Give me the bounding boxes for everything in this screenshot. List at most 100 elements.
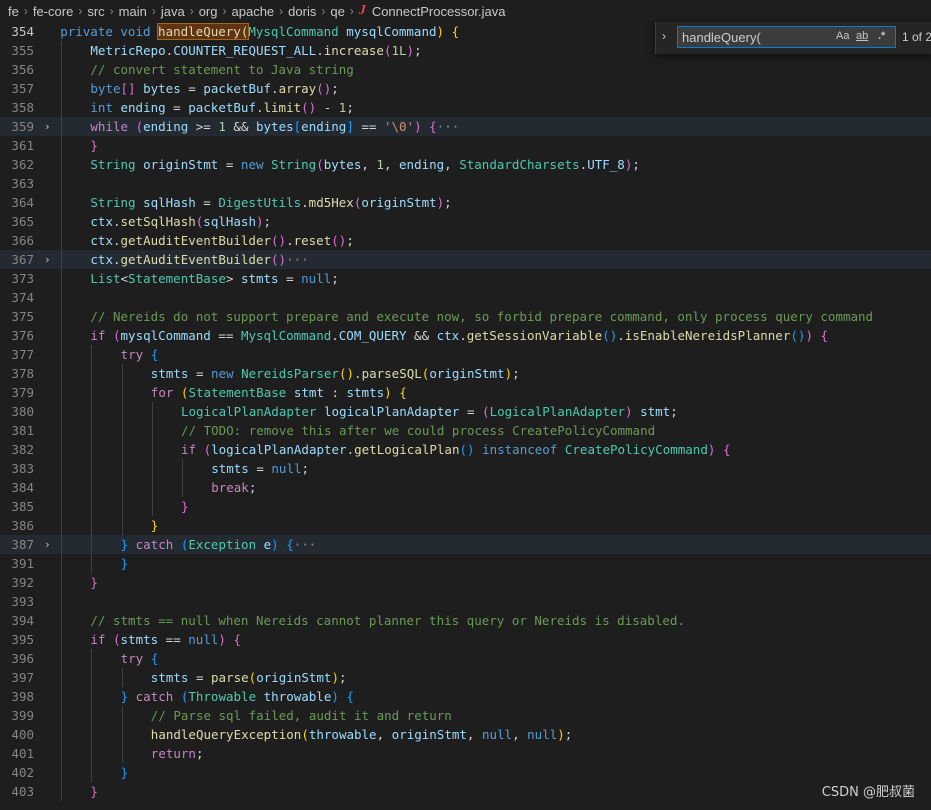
code-line[interactable]: 381 // TODO: remove this after we could p…: [0, 421, 931, 440]
code-token: increase: [323, 43, 384, 58]
code-line[interactable]: 400 handleQueryException(throwable, origi…: [0, 725, 931, 744]
code-token: stmts: [346, 385, 385, 400]
code-line[interactable]: 402}: [0, 763, 931, 782]
code-line[interactable]: 376 if (mysqlCommand == MysqlCommand.COM_…: [0, 326, 931, 345]
find-input[interactable]: [682, 28, 822, 46]
line-number: 361: [11, 138, 34, 153]
line-number: 386: [11, 518, 34, 533]
breadcrumb-item[interactable]: apache: [232, 4, 275, 19]
code-token: // stmts == null when Nereids cannot pla…: [90, 613, 685, 628]
code-line[interactable]: 361}: [0, 136, 931, 155]
fold-chevron-icon[interactable]: ›: [44, 117, 54, 136]
code-editor[interactable]: 354 private void handleQuery(MysqlCommand…: [0, 22, 931, 810]
code-line[interactable]: 398} catch (Throwable throwable) {: [0, 687, 931, 706]
folded-ellipsis[interactable]: ···: [286, 252, 309, 267]
code-line[interactable]: 362 String originStmt = new String(bytes,…: [0, 155, 931, 174]
breadcrumb-item[interactable]: src: [87, 4, 104, 19]
code-text: int ending = packetBuf.limit() - 1;: [90, 98, 353, 117]
code-line[interactable]: 374: [0, 288, 931, 307]
code-token: stmts: [150, 670, 189, 685]
breadcrumb-file[interactable]: ConnectProcessor.java: [372, 4, 506, 19]
code-token: StatementBase: [128, 271, 226, 286]
breadcrumb-item[interactable]: fe: [8, 4, 19, 19]
fold-chevron-icon[interactable]: ›: [44, 535, 54, 554]
breadcrumb-item[interactable]: java: [161, 4, 185, 19]
code-token: packetBuf: [203, 81, 272, 96]
indent-guide: [61, 535, 63, 554]
code-token: (: [203, 442, 212, 457]
code-token: MysqlCommand: [240, 328, 332, 343]
code-line[interactable]: 394 // stmts == null when Nereids cannot …: [0, 611, 931, 630]
indent-guide: [61, 478, 63, 497]
code-token: limit: [263, 100, 302, 115]
breadcrumb-item[interactable]: qe: [330, 4, 344, 19]
indent-guide: [151, 497, 153, 516]
indent-guide: [91, 402, 93, 421]
breadcrumb-item[interactable]: doris: [288, 4, 316, 19]
code-line[interactable]: 384 break;: [0, 478, 931, 497]
code-line[interactable]: 359 › while (ending >= 1 && bytes[ending] …: [0, 117, 931, 136]
line-number: 382: [11, 442, 34, 457]
toggle-replace-icon[interactable]: ›: [662, 29, 666, 43]
code-line[interactable]: 364 String sqlHash = DigestUtils.md5Hex(o…: [0, 193, 931, 212]
code-line[interactable]: 363: [0, 174, 931, 193]
code-line[interactable]: 358 int ending = packetBuf.limit() - 1;: [0, 98, 931, 117]
match-whole-word-icon[interactable]: ab: [856, 30, 868, 42]
code-line[interactable]: 367 › ctx.getAuditEventBuilder()···: [0, 250, 931, 269]
indent-guide: [61, 269, 63, 288]
code-line[interactable]: 391}: [0, 554, 931, 573]
indent-guide: [61, 687, 63, 706]
code-line[interactable]: 378 stmts = new NereidsParser().parseSQL(…: [0, 364, 931, 383]
folded-ellipsis[interactable]: ···: [437, 119, 460, 134]
fold-chevron-icon[interactable]: ›: [44, 250, 54, 269]
code-token: (): [790, 328, 806, 343]
indent-guide: [121, 478, 123, 497]
code-line[interactable]: 403}: [0, 782, 931, 801]
code-line[interactable]: 396 try {: [0, 649, 931, 668]
code-token: ==: [158, 632, 189, 647]
code-token: // Parse sql failed, audit it and return: [150, 708, 452, 723]
folded-ellipsis[interactable]: ···: [294, 537, 317, 552]
indent-guide: [91, 440, 93, 459]
code-line[interactable]: 386}: [0, 516, 931, 535]
code-line[interactable]: 357 byte[] bytes = packetBuf.array();: [0, 79, 931, 98]
code-line[interactable]: 366 ctx.getAuditEventBuilder().reset();: [0, 231, 931, 250]
code-token: ): [414, 119, 422, 134]
code-line[interactable]: 373 List<StatementBase> stmts = null;: [0, 269, 931, 288]
code-line[interactable]: 382 if (logicalPlanAdapter.getLogicalPlan…: [0, 440, 931, 459]
code-line[interactable]: 397 stmts = parse(originStmt);: [0, 668, 931, 687]
code-token: String: [90, 157, 136, 172]
breadcrumb-item[interactable]: fe-core: [33, 4, 73, 19]
code-line[interactable]: 401 return;: [0, 744, 931, 763]
code-line[interactable]: 383 stmts = null;: [0, 459, 931, 478]
code-token: >=: [188, 119, 219, 134]
code-token: .: [331, 328, 339, 343]
breadcrumb-item[interactable]: main: [119, 4, 147, 19]
code-text: // convert statement to Java string: [90, 60, 353, 79]
code-line[interactable]: 395 if (stmts == null) {: [0, 630, 931, 649]
code-token: StandardCharsets: [459, 157, 580, 172]
code-line[interactable]: 377 try {: [0, 345, 931, 364]
code-line[interactable]: 393: [0, 592, 931, 611]
line-number: 364: [11, 195, 34, 210]
code-line[interactable]: 399 // Parse sql failed, audit it and ret…: [0, 706, 931, 725]
code-line[interactable]: 392}: [0, 573, 931, 592]
code-line[interactable]: 387 ›} catch (Exception e) {···: [0, 535, 931, 554]
code-token: <: [120, 271, 129, 286]
code-token: ): [384, 385, 392, 400]
code-line[interactable]: 385}: [0, 497, 931, 516]
breadcrumb-item[interactable]: org: [199, 4, 218, 19]
code-token: ): [271, 537, 279, 552]
code-line[interactable]: 356 // convert statement to Java string: [0, 60, 931, 79]
code-line[interactable]: 365 ctx.setSqlHash(sqlHash);: [0, 212, 931, 231]
use-regex-icon[interactable]: .*: [878, 30, 885, 42]
indent-guide: [61, 611, 63, 630]
code-line[interactable]: 379 for (StatementBase stmt : stmts) {: [0, 383, 931, 402]
chevron-right-icon: ›: [222, 4, 227, 18]
match-case-icon[interactable]: Aa: [836, 30, 849, 42]
code-line[interactable]: 380 LogicalPlanAdapter logicalPlanAdapter…: [0, 402, 931, 421]
code-line[interactable]: 375 // Nereids do not support prepare and…: [0, 307, 931, 326]
